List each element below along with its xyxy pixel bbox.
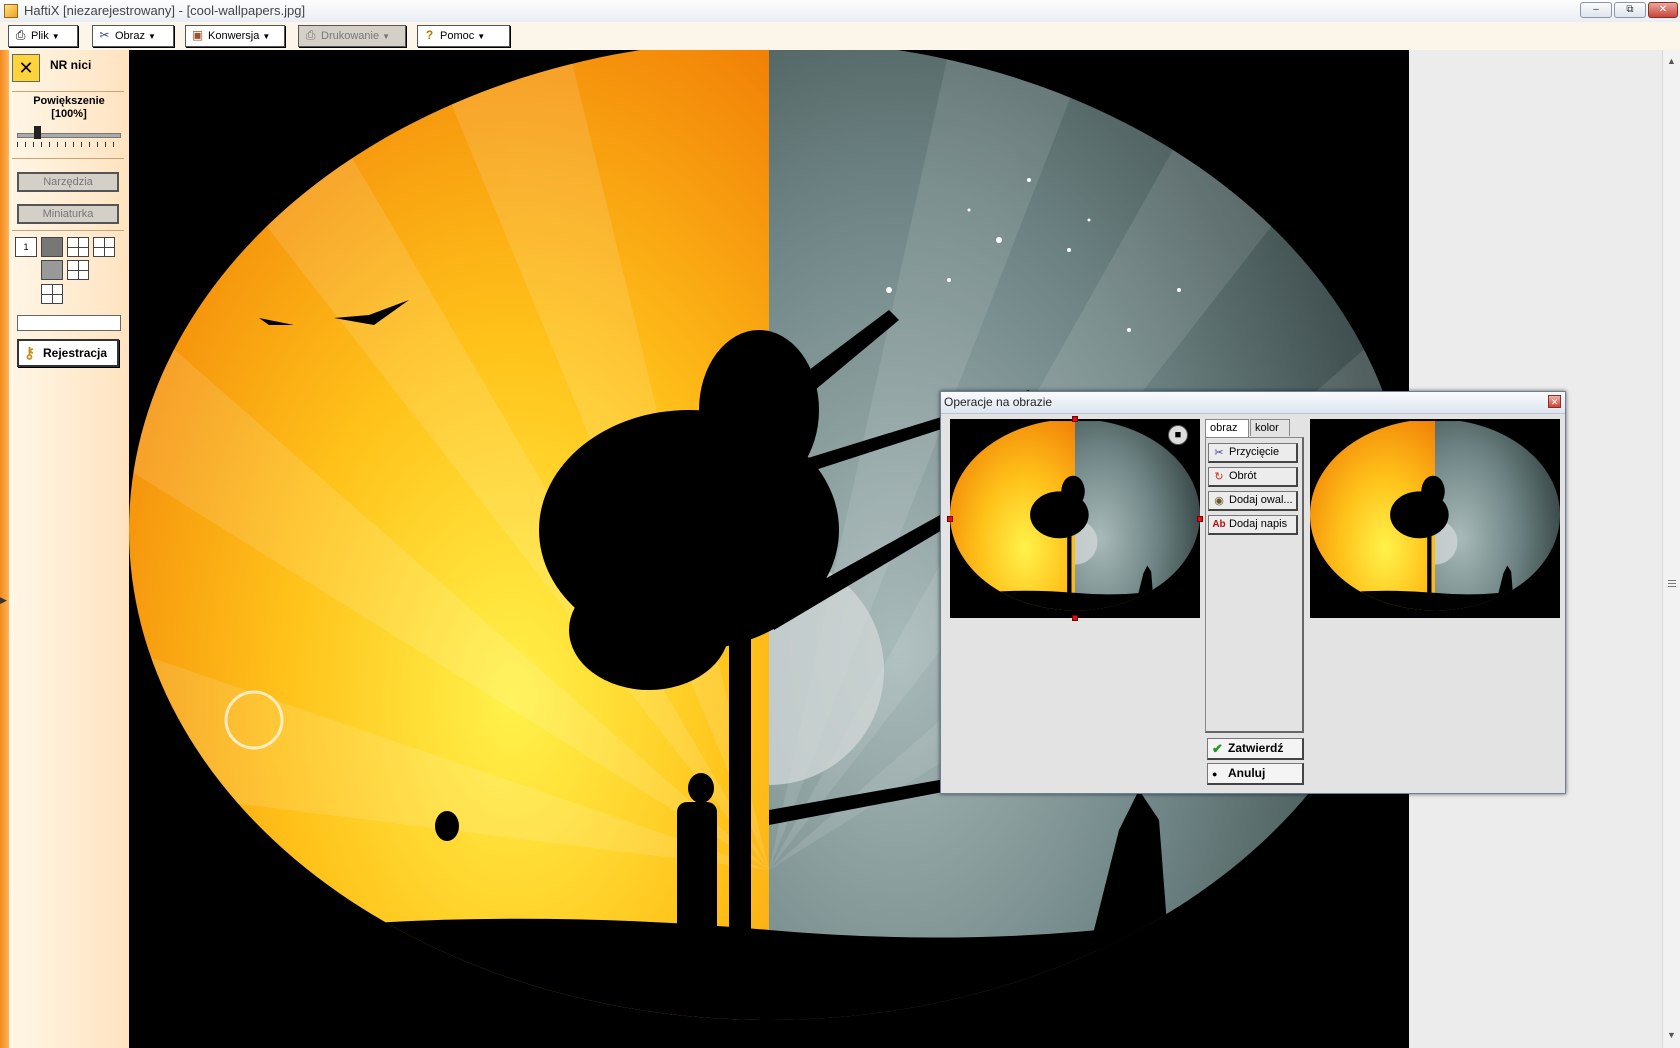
dot-icon: ● xyxy=(1212,769,1218,779)
crop-button-label: Przycięcie xyxy=(1229,446,1280,458)
register-button-label: Rejestracja xyxy=(43,346,108,360)
menu-obraz[interactable]: ✂ Obraz ▼ xyxy=(92,25,174,47)
chevron-down-icon: ▼ xyxy=(477,32,486,41)
scroll-down-icon[interactable]: ▼ xyxy=(1667,1030,1676,1040)
scroll-grip-icon[interactable] xyxy=(1668,580,1676,588)
add-oval-button-label: Dodaj owal... xyxy=(1229,494,1293,506)
register-button[interactable]: ⚷ Rejestracja xyxy=(17,339,119,367)
add-text-button[interactable]: Ab Dodaj napis xyxy=(1208,515,1298,535)
scissors-icon: ✂ xyxy=(99,28,110,42)
layout-grid-alt-button[interactable] xyxy=(41,284,63,304)
tools-button[interactable]: Narzędzia xyxy=(17,172,119,192)
palette-icon: ▣ xyxy=(191,28,204,42)
chevron-down-icon: ▼ xyxy=(382,32,391,41)
confirm-button-label: Zatwierdź xyxy=(1228,741,1284,755)
source-preview-image xyxy=(950,421,1200,611)
confirm-button[interactable]: ✔ Zatwierdź xyxy=(1207,738,1304,760)
thread-number-icon[interactable]: ✕ xyxy=(12,54,40,82)
cancel-button[interactable]: ● Anuluj xyxy=(1207,763,1304,785)
oval-icon: ◉ xyxy=(1214,495,1224,507)
cancel-button-label: Anuluj xyxy=(1228,766,1266,780)
scissors-icon: ✂ xyxy=(1214,447,1224,459)
result-preview-image xyxy=(1310,421,1560,611)
left-collapse-strip[interactable]: ▶ xyxy=(0,50,9,1048)
menu-plik[interactable]: ⎙ Plik ▼ xyxy=(8,25,78,47)
layout-symbols-button[interactable] xyxy=(67,260,89,280)
thumbnail-button[interactable]: Miniaturka xyxy=(17,204,119,224)
chevron-down-icon: ▼ xyxy=(262,32,271,41)
title-bar: HaftiX [niezarejestrowany] - [cool-wallp… xyxy=(0,0,1680,23)
source-preview[interactable] xyxy=(950,419,1200,618)
divider xyxy=(12,158,124,159)
window-title: HaftiX [niezarejestrowany] - [cool-wallp… xyxy=(24,3,306,18)
crop-handle-top[interactable] xyxy=(1072,416,1078,422)
lock-icon[interactable]: ■ xyxy=(1168,425,1188,445)
menu-pomoc[interactable]: ? Pomoc ▼ xyxy=(417,25,510,47)
add-oval-button[interactable]: ◉ Dodaj owal... xyxy=(1208,491,1298,511)
rotate-icon: ↻ xyxy=(1214,471,1224,483)
text-icon: Ab xyxy=(1212,519,1226,530)
layout-single-button[interactable]: 1 xyxy=(15,237,37,257)
menu-konwersja-label: Konwersja xyxy=(208,30,260,42)
menu-drukowanie[interactable]: ⎙ Drukowanie ▼ xyxy=(298,25,406,47)
tab-kolor[interactable]: kolor xyxy=(1250,419,1290,436)
crop-handle-right[interactable] xyxy=(1197,516,1203,522)
zoom-slider-thumb[interactable] xyxy=(34,126,41,139)
menu-plik-label: Plik xyxy=(31,30,49,42)
printer-icon: ⎙ xyxy=(305,28,316,42)
dialog-title-bar[interactable]: Operacje na obrazie ✕ xyxy=(941,392,1565,414)
result-preview xyxy=(1310,419,1560,618)
slider-ticks xyxy=(17,142,121,147)
left-panel: ✕ NR nici Powiększenie [100%] Narzędzia … xyxy=(9,50,130,1048)
tab-obraz[interactable]: obraz xyxy=(1205,419,1249,437)
add-text-button-label: Dodaj napis xyxy=(1229,518,1288,530)
question-icon: ? xyxy=(425,28,434,42)
dialog-title: Operacje na obrazie xyxy=(944,395,1053,409)
scroll-up-icon[interactable]: ▲ xyxy=(1667,56,1676,66)
vertical-scrollbar[interactable]: ▲ ▼ xyxy=(1662,50,1680,1048)
key-icon: ⚷ xyxy=(24,345,35,362)
nr-label: NR nici xyxy=(50,58,92,72)
rotate-button[interactable]: ↻ Obrót xyxy=(1208,467,1298,487)
close-button[interactable]: ✕ xyxy=(1648,2,1678,18)
divider xyxy=(12,91,124,92)
zoom-slider[interactable] xyxy=(17,133,121,138)
chevron-right-icon: ▶ xyxy=(0,595,7,605)
restore-button[interactable]: ⧉ xyxy=(1614,2,1646,18)
layout-grid-dark-button[interactable] xyxy=(41,260,63,280)
zoom-value: [100%] xyxy=(51,108,87,120)
menu-pomoc-label: Pomoc xyxy=(440,30,475,42)
crop-handle-left[interactable] xyxy=(947,516,953,522)
layout-quad-button[interactable] xyxy=(67,237,89,257)
minimize-button[interactable]: – xyxy=(1580,2,1612,18)
thread-number-field[interactable] xyxy=(17,315,121,331)
menu-obraz-label: Obraz xyxy=(115,30,145,42)
menu-drukowanie-label: Drukowanie xyxy=(321,30,380,42)
layout-grid-button[interactable] xyxy=(93,237,115,257)
divider xyxy=(12,230,124,231)
chevron-down-icon: ▼ xyxy=(51,32,60,41)
app-icon xyxy=(4,4,18,18)
crop-handle-bottom[interactable] xyxy=(1072,615,1078,621)
dialog-close-icon[interactable]: ✕ xyxy=(1548,395,1561,408)
checkmark-icon: ✔ xyxy=(1212,741,1223,756)
crop-button[interactable]: ✂ Przycięcie xyxy=(1208,443,1298,463)
printer-icon: ⎙ xyxy=(15,28,26,42)
menu-bar: ⎙ Plik ▼ ✂ Obraz ▼ ▣ Konwersja ▼ ⎙ Drukowan… xyxy=(0,22,1680,50)
rotate-button-label: Obrót xyxy=(1229,470,1257,482)
layout-split-button[interactable] xyxy=(41,237,63,257)
menu-konwersja[interactable]: ▣ Konwersja ▼ xyxy=(185,25,285,47)
chevron-down-icon: ▼ xyxy=(147,32,156,41)
zoom-label: Powiększenie xyxy=(33,95,105,107)
